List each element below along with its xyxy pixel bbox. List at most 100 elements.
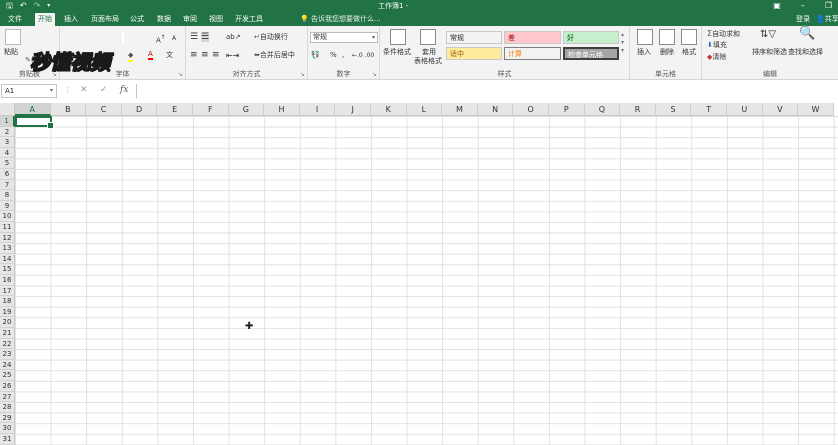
row-header[interactable]: 23 bbox=[0, 349, 15, 360]
align-right-icon[interactable]: ≡ bbox=[212, 51, 220, 60]
column-header[interactable]: A bbox=[15, 103, 51, 116]
comma-button[interactable]: , bbox=[342, 51, 344, 60]
wrap-text-button[interactable]: ↵自动换行 bbox=[254, 33, 288, 42]
style-good[interactable]: 好 bbox=[563, 31, 619, 44]
top-align-icon[interactable]: ☰ bbox=[190, 33, 198, 42]
tab-developer[interactable]: 开发工具 bbox=[232, 13, 266, 26]
column-header[interactable]: V bbox=[762, 103, 799, 116]
row-header[interactable]: 18 bbox=[0, 296, 15, 307]
clear-button[interactable]: ◆清除 bbox=[707, 53, 726, 62]
fill-button[interactable]: ⬇填充 bbox=[707, 41, 727, 50]
cancel-icon[interactable]: ✕ bbox=[80, 85, 88, 96]
middle-align-icon[interactable]: ☰ bbox=[201, 33, 210, 42]
number-format-select[interactable]: 常规 ▾ bbox=[310, 32, 378, 43]
dialog-launcher-icon[interactable]: ↘ bbox=[178, 71, 183, 78]
conditional-format-icon[interactable] bbox=[390, 29, 406, 45]
row-header[interactable]: 28 bbox=[0, 402, 15, 413]
column-header[interactable]: Q bbox=[584, 103, 621, 116]
tell-me-box[interactable]: 💡 告诉我您想要做什么... bbox=[300, 13, 381, 25]
column-header[interactable]: B bbox=[50, 103, 87, 116]
column-header[interactable]: R bbox=[620, 103, 656, 116]
column-header[interactable]: W bbox=[798, 103, 834, 116]
ribbon-display-icon[interactable]: ▣ bbox=[773, 1, 781, 11]
active-cell[interactable] bbox=[15, 116, 54, 129]
dialog-launcher-icon[interactable]: ↘ bbox=[300, 71, 305, 78]
customize-qat-icon[interactable]: ▾ bbox=[47, 1, 50, 11]
formula-input[interactable] bbox=[136, 84, 838, 98]
grow-font-button[interactable]: A↑ bbox=[156, 34, 166, 45]
table-format-line1[interactable]: 套用 bbox=[422, 48, 436, 57]
row-header[interactable]: 12 bbox=[0, 232, 15, 244]
font-color-button[interactable]: A bbox=[148, 50, 153, 60]
paste-icon[interactable] bbox=[5, 29, 21, 45]
formula-bar-grip-icon[interactable]: ⋮ bbox=[64, 86, 71, 94]
enter-icon[interactable]: ✓ bbox=[100, 85, 108, 96]
row-header[interactable]: 6 bbox=[0, 169, 15, 180]
column-header[interactable]: T bbox=[691, 103, 727, 116]
tab-review[interactable]: 审阅 bbox=[180, 13, 200, 26]
table-format-line2[interactable]: 表格格式 bbox=[414, 57, 442, 66]
align-center-icon[interactable]: ≡ bbox=[201, 51, 209, 60]
column-header[interactable]: D bbox=[121, 103, 158, 116]
row-header[interactable]: 13 bbox=[0, 243, 15, 254]
find-select-button[interactable]: 查找和选择 bbox=[788, 48, 823, 57]
tab-page-layout[interactable]: 页面布局 bbox=[88, 13, 122, 26]
row-header[interactable]: 8 bbox=[0, 190, 15, 201]
styles-scroll-icon[interactable]: ▴ ▾ ▾ bbox=[621, 31, 624, 55]
row-header[interactable]: 20 bbox=[0, 317, 15, 328]
style-normal[interactable]: 常规 bbox=[446, 31, 502, 44]
column-header[interactable]: E bbox=[157, 103, 193, 116]
column-header[interactable]: K bbox=[371, 103, 407, 116]
style-calculation[interactable]: 计算 bbox=[504, 47, 561, 60]
row-header[interactable]: 3 bbox=[0, 137, 15, 148]
row-header[interactable]: 21 bbox=[0, 328, 15, 339]
row-header[interactable]: 11 bbox=[0, 222, 15, 233]
row-header[interactable]: 29 bbox=[0, 412, 15, 424]
currency-icon[interactable]: 💱 bbox=[311, 51, 320, 60]
row-header[interactable]: 16 bbox=[0, 275, 15, 286]
column-header[interactable]: H bbox=[264, 103, 300, 116]
delete-cells-icon[interactable] bbox=[659, 29, 675, 45]
row-header[interactable]: 17 bbox=[0, 285, 15, 297]
tab-home[interactable]: 开始 bbox=[35, 13, 55, 26]
tab-insert[interactable]: 插入 bbox=[61, 13, 81, 26]
row-header[interactable]: 1 bbox=[0, 116, 15, 127]
row-header[interactable]: 27 bbox=[0, 391, 15, 403]
row-header[interactable]: 31 bbox=[0, 434, 15, 445]
align-left-icon[interactable]: ≡ bbox=[190, 51, 198, 60]
tab-formulas[interactable]: 公式 bbox=[127, 13, 147, 26]
row-header[interactable]: 22 bbox=[0, 338, 15, 350]
row-header[interactable]: 5 bbox=[0, 158, 15, 169]
name-box[interactable]: A1 ▾ bbox=[1, 84, 57, 98]
style-neutral[interactable]: 适中 bbox=[446, 47, 502, 60]
row-header[interactable]: 7 bbox=[0, 179, 15, 191]
row-header[interactable]: 19 bbox=[0, 306, 15, 318]
column-header[interactable]: P bbox=[549, 103, 585, 116]
column-header[interactable]: U bbox=[727, 103, 763, 116]
column-header[interactable]: M bbox=[442, 103, 478, 116]
conditional-format-button[interactable]: 条件格式 bbox=[383, 48, 411, 57]
style-check-cell[interactable]: 检查单元格 bbox=[563, 47, 619, 60]
fill-color-button[interactable]: ◆ bbox=[128, 51, 134, 62]
merge-center-button[interactable]: ⬌合并后居中 bbox=[254, 51, 295, 60]
column-header[interactable]: O bbox=[513, 103, 549, 116]
column-header[interactable]: J bbox=[335, 103, 371, 116]
delete-cells-button[interactable]: 删除 bbox=[660, 48, 674, 57]
percent-button[interactable]: % bbox=[330, 51, 337, 60]
sort-filter-button[interactable]: 排序和筛选 bbox=[752, 48, 787, 57]
minimize-icon[interactable]: – bbox=[801, 1, 805, 11]
share-button[interactable]: 👤共享 bbox=[816, 13, 838, 25]
style-bad[interactable]: 差 bbox=[504, 31, 561, 44]
format-cells-button[interactable]: 格式 bbox=[682, 48, 696, 57]
autosum-button[interactable]: Σ自动求和 bbox=[707, 29, 740, 39]
row-header[interactable]: 30 bbox=[0, 423, 15, 434]
redo-icon[interactable]: ↷ bbox=[34, 1, 41, 11]
paste-button[interactable]: 粘贴 bbox=[4, 48, 18, 57]
column-header[interactable]: S bbox=[655, 103, 692, 116]
search-icon[interactable]: 🔍 bbox=[799, 27, 815, 40]
row-header[interactable]: 24 bbox=[0, 359, 15, 371]
restore-icon[interactable]: ❐ bbox=[825, 1, 832, 11]
insert-cells-button[interactable]: 插入 bbox=[637, 48, 651, 57]
row-header[interactable]: 14 bbox=[0, 253, 15, 265]
sort-filter-icon[interactable]: ⇅▽ bbox=[760, 30, 776, 40]
